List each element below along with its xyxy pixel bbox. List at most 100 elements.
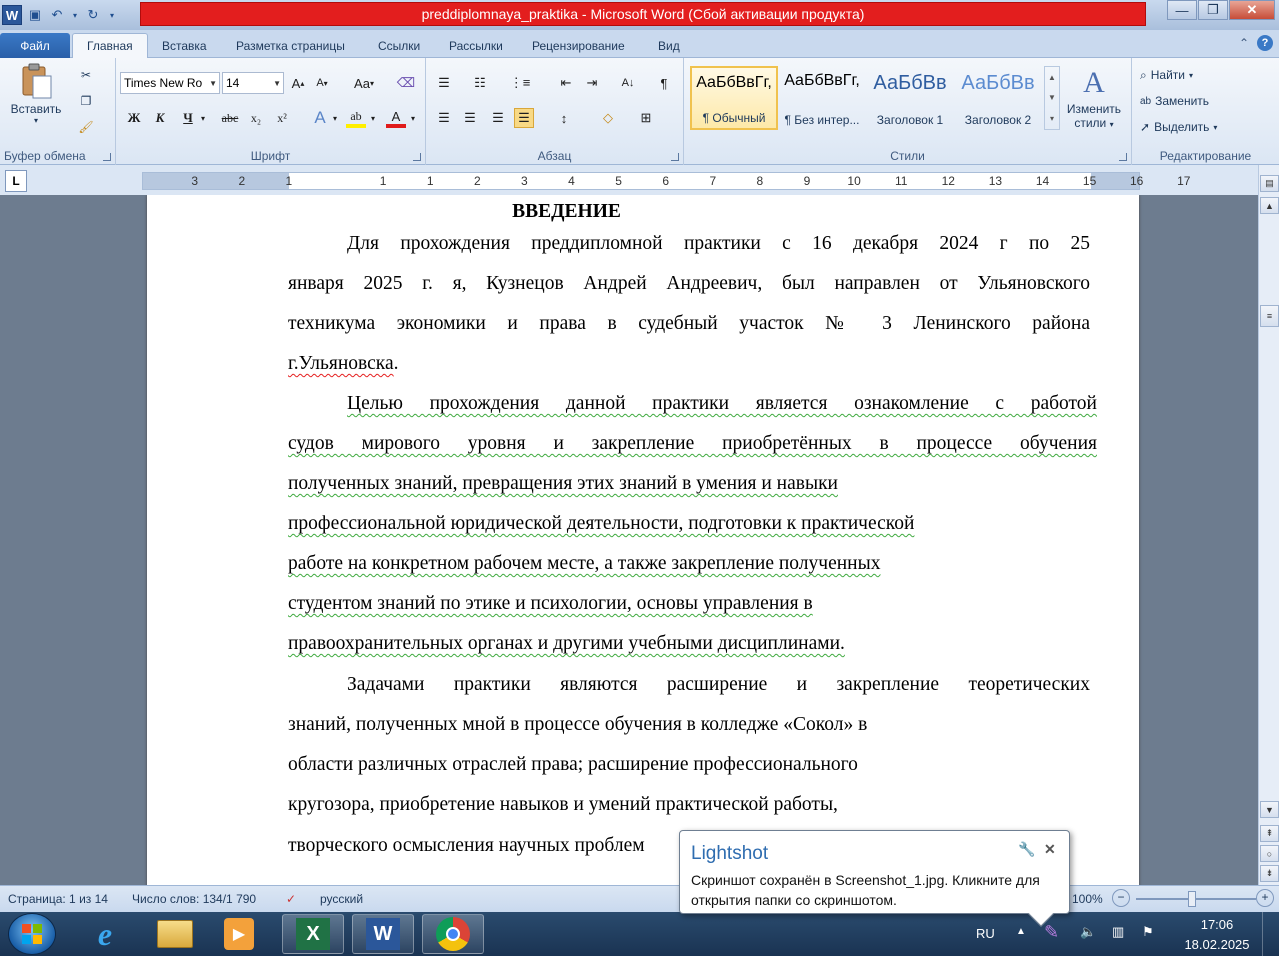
show-hidden-icons[interactable]: ▲ — [1016, 926, 1026, 937]
minimize-ribbon-icon[interactable]: ⌃ — [1239, 36, 1249, 50]
taskbar-excel-icon[interactable]: X — [282, 914, 344, 954]
numbering-icon[interactable]: ☷ — [470, 73, 490, 93]
highlight-icon[interactable]: ab — [346, 108, 366, 128]
volume-icon[interactable]: 🔈 — [1080, 924, 1096, 940]
next-page-icon[interactable]: ⇟ — [1260, 865, 1279, 882]
settings-wrench-icon[interactable]: 🔧 — [1018, 841, 1035, 858]
tab-review[interactable]: Рецензирование — [518, 33, 639, 58]
save-icon[interactable]: ▣ — [26, 6, 44, 24]
taskbar-word-icon[interactable]: W — [352, 914, 414, 954]
decrease-indent-icon[interactable]: ⇤ — [556, 73, 576, 93]
undo-dropdown-icon[interactable]: ▾ — [70, 6, 80, 24]
scroll-down-button[interactable]: ▼ — [1260, 801, 1279, 818]
tab-file[interactable]: Файл — [0, 33, 70, 58]
tab-home[interactable]: Главная — [72, 33, 148, 58]
zoom-slider-thumb[interactable] — [1188, 891, 1196, 907]
clear-formatting-icon[interactable]: ⌫ — [396, 73, 416, 93]
increase-indent-icon[interactable]: ⇥ — [582, 73, 602, 93]
customize-qat-icon[interactable]: ▾ — [106, 6, 118, 24]
find-button[interactable]: ⌕ Найти ▾ — [1140, 66, 1193, 84]
borders-icon[interactable]: ⊞ — [636, 108, 656, 128]
select-button[interactable]: ➚ Выделить ▾ — [1140, 118, 1217, 136]
cut-icon[interactable]: ✂ — [76, 66, 96, 84]
change-case-button[interactable]: Aa ▾ — [350, 73, 378, 93]
paragraph-launcher-icon[interactable] — [671, 153, 679, 161]
underline-button[interactable]: Ч — [178, 108, 198, 128]
align-right-icon[interactable]: ☰ — [488, 108, 508, 128]
start-button[interactable] — [8, 913, 56, 955]
justify-icon[interactable]: ☰ — [514, 108, 534, 128]
superscript-button[interactable]: x² — [272, 108, 292, 128]
tab-mailings[interactable]: Рассылки — [435, 33, 517, 58]
line-spacing-icon[interactable]: ↕ — [554, 108, 574, 128]
network-icon[interactable]: ▥ — [1112, 924, 1124, 940]
shading-icon[interactable]: ◇ — [598, 108, 618, 128]
help-icon[interactable]: ? — [1257, 35, 1273, 51]
clipboard-launcher-icon[interactable] — [103, 153, 111, 161]
paste-button[interactable]: Вставить ▾ — [8, 62, 64, 142]
tab-view[interactable]: Вид — [644, 33, 694, 58]
tab-insert[interactable]: Вставка — [148, 33, 221, 58]
grow-font-button[interactable]: A ▴ — [288, 73, 308, 93]
zoom-out-button[interactable]: − — [1112, 889, 1130, 907]
show-marks-icon[interactable]: ¶ — [654, 73, 674, 93]
minimize-button[interactable]: — — [1167, 0, 1197, 20]
font-launcher-icon[interactable] — [413, 153, 421, 161]
select-browse-object-icon[interactable]: ○ — [1260, 845, 1279, 862]
undo-icon[interactable]: ↶ — [48, 6, 66, 24]
font-size-combo[interactable]: 14 ▼ — [222, 72, 284, 94]
language[interactable]: русский — [320, 892, 363, 906]
bold-button[interactable]: Ж — [124, 108, 144, 128]
popup-message[interactable]: Скриншот сохранён в Screenshot_1.jpg. Кл… — [691, 870, 1066, 910]
style-heading-1[interactable]: АаБбВв Заголовок 1 — [866, 66, 954, 130]
zoom-in-button[interactable]: + — [1256, 889, 1274, 907]
word-count[interactable]: Число слов: 134/1 790 — [132, 892, 256, 906]
taskbar-media-player-icon[interactable]: ▶ — [208, 914, 270, 954]
word-app-icon[interactable]: W — [2, 5, 22, 25]
text-effects-dropdown-icon[interactable]: ▾ — [330, 108, 340, 128]
copy-icon[interactable]: ❐ — [76, 92, 96, 110]
italic-button[interactable]: К — [150, 108, 170, 128]
view-ruler-icon[interactable]: ▤ — [1260, 175, 1279, 192]
align-left-icon[interactable]: ☰ — [434, 108, 454, 128]
taskbar-chrome-icon[interactable] — [422, 914, 484, 954]
lightshot-tray-icon[interactable]: ✎ — [1044, 922, 1059, 943]
document-page[interactable]: ВВЕДЕНИЕ Для прохождения преддипломной п… — [147, 195, 1139, 885]
styles-launcher-icon[interactable] — [1119, 153, 1127, 161]
format-painter-icon[interactable]: 🖌 — [76, 118, 96, 136]
multilevel-list-icon[interactable]: ⋮≡ — [510, 73, 531, 93]
strikethrough-button[interactable]: abc — [218, 108, 242, 128]
style-heading-2[interactable]: АаБбВв Заголовок 2 — [954, 66, 1042, 130]
bullets-icon[interactable]: ☰ — [434, 73, 454, 93]
show-desktop-button[interactable] — [1262, 912, 1279, 956]
tab-selector[interactable]: L — [5, 170, 27, 192]
taskbar-ie-icon[interactable]: e — [74, 914, 136, 954]
action-center-icon[interactable]: ⚑ — [1142, 924, 1154, 940]
shrink-font-button[interactable]: A ▾ — [312, 73, 332, 93]
close-button[interactable]: ✕ — [1229, 0, 1275, 20]
scroll-thumb[interactable]: ≡ — [1260, 305, 1279, 327]
subscript-button[interactable]: x₂ — [246, 108, 266, 128]
styles-scroll[interactable]: ▲ ▼ ▾ — [1044, 66, 1060, 130]
change-styles-button[interactable]: A Изменить стили ▾ — [1064, 64, 1124, 144]
horizontal-ruler[interactable]: 3 2 1 1 1 2 3 4 5 6 7 8 9 10 11 12 13 14 15 16 17 — [142, 172, 1190, 190]
input-language[interactable]: RU — [976, 926, 995, 941]
font-color-icon[interactable]: A — [386, 108, 406, 128]
replace-button[interactable]: ab Заменить — [1140, 92, 1209, 110]
clock-time[interactable]: 17:06 — [1180, 917, 1254, 932]
text-effects-icon[interactable]: A — [310, 108, 330, 128]
zoom-slider[interactable] — [1136, 898, 1256, 900]
zoom-level[interactable]: 100% — [1072, 892, 1103, 906]
highlight-dropdown-icon[interactable]: ▾ — [368, 108, 378, 128]
align-center-icon[interactable]: ☰ — [460, 108, 480, 128]
previous-page-icon[interactable]: ⇞ — [1260, 825, 1279, 842]
font-color-dropdown-icon[interactable]: ▾ — [408, 108, 418, 128]
underline-dropdown-icon[interactable]: ▾ — [198, 108, 208, 128]
lightshot-notification[interactable]: Lightshot 🔧 ✕ Скриншот сохранён в Screen… — [679, 830, 1070, 927]
redo-icon[interactable]: ↻ — [84, 6, 102, 24]
sort-icon[interactable]: A↓ — [618, 73, 638, 93]
popup-close-icon[interactable]: ✕ — [1044, 841, 1056, 858]
tab-page-layout[interactable]: Разметка страницы — [222, 33, 359, 58]
proofing-icon[interactable]: ✓ — [286, 892, 296, 906]
clock-date[interactable]: 18.02.2025 — [1180, 937, 1254, 952]
